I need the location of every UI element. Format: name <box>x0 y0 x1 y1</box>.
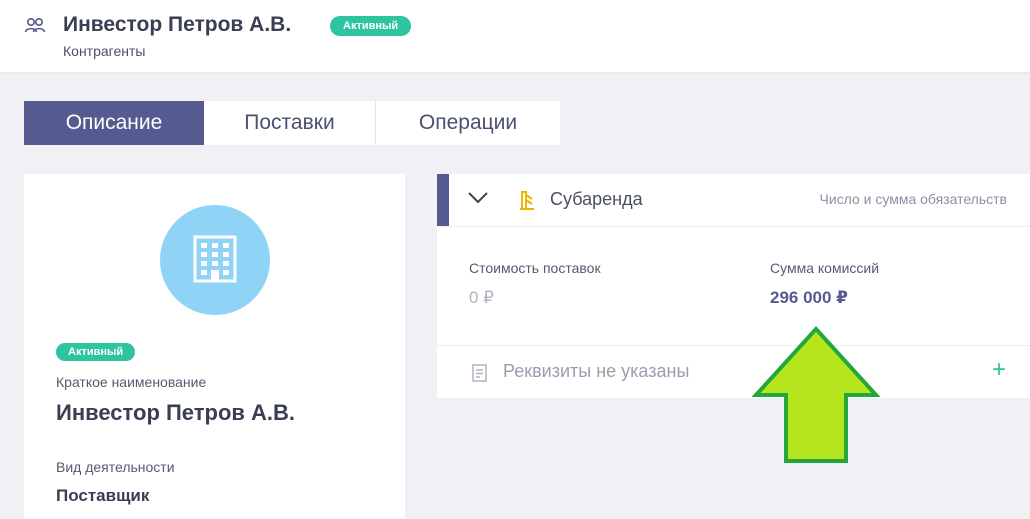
commission-label: Сумма комиссий <box>770 260 880 276</box>
requisites-text: Реквизиты не указаны <box>503 361 690 381</box>
tab-description[interactable]: Описание <box>24 101 204 145</box>
top-bar: Инвестор Петров А.В. Активный Контрагент… <box>0 0 1030 72</box>
subrent-hint: Число и сумма обязательств <box>819 191 1008 207</box>
subrent-header[interactable]: Субаренда Число и сумма обязательств <box>437 174 1030 227</box>
arrow-up-icon <box>752 326 881 463</box>
subrent-icon <box>520 191 534 210</box>
status-badge: Активный <box>330 16 412 36</box>
tab-supplies[interactable]: Поставки <box>204 101 376 145</box>
requisites-row: Реквизиты не указаны + <box>437 345 1030 399</box>
document-icon <box>472 364 487 382</box>
activity-value: Поставщик <box>56 486 150 505</box>
breadcrumb[interactable]: Контрагенты <box>63 43 145 59</box>
building-icon <box>193 235 237 283</box>
short-name-value: Инвестор Петров А.В. <box>56 400 296 425</box>
page-title: Инвестор Петров А.В. <box>63 13 292 36</box>
users-icon <box>24 17 46 33</box>
plus-icon[interactable]: + <box>992 356 1006 384</box>
supply-cost-label: Стоимость поставок <box>469 260 601 276</box>
tab-bar: Описание Поставки Операции <box>24 101 560 145</box>
profile-status-badge: Активный <box>56 343 136 361</box>
profile-card: Активный Краткое наименование Инвестор П… <box>24 174 405 519</box>
short-name-label: Краткое наименование <box>56 374 207 390</box>
commission-value: 296 000 ₽ <box>770 288 849 307</box>
tab-operations[interactable]: Операции <box>376 101 560 145</box>
section-accent <box>437 174 449 226</box>
chevron-down-icon[interactable] <box>467 191 489 205</box>
supply-cost-value: 0 ₽ <box>469 288 494 307</box>
activity-label: Вид деятельности <box>56 459 175 475</box>
subrent-panel: Субаренда Число и сумма обязательств Сто… <box>437 174 1030 398</box>
avatar <box>160 205 270 315</box>
subrent-title: Субаренда <box>550 189 643 209</box>
